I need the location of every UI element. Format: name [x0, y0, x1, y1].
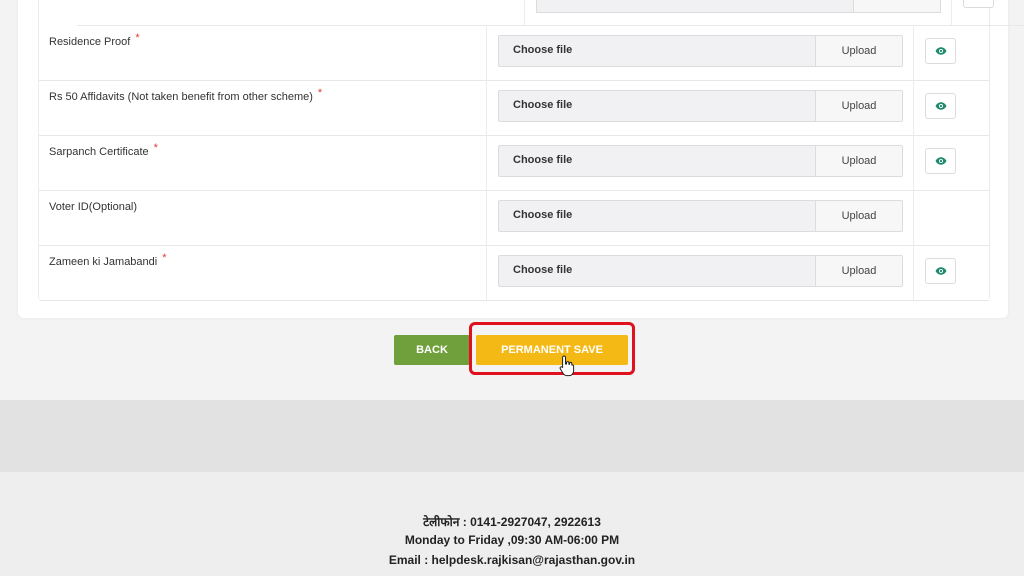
table-row-partial [77, 0, 1024, 26]
hand-pointer-icon [559, 355, 575, 377]
required-marker: * [162, 252, 167, 264]
required-marker: * [135, 32, 140, 44]
table-row: Voter ID(Optional) Choose file Upload [39, 190, 989, 246]
file-input[interactable]: Choose file Upload [498, 35, 903, 67]
footer-email: Email : helpdesk.rajkisan@rajasthan.gov.… [388, 553, 636, 567]
choose-file-button[interactable]: Choose file [513, 44, 572, 56]
eye-icon [935, 157, 946, 165]
upload-button[interactable]: Upload [815, 36, 902, 66]
file-input[interactable]: Choose file Upload [498, 145, 903, 177]
upload-button[interactable]: Upload [815, 91, 902, 121]
table-row: Zameen ki Jamabandi * Choose file Upload [39, 245, 989, 301]
required-marker: * [153, 142, 158, 154]
preview-button[interactable] [925, 258, 956, 284]
choose-file-button[interactable]: Choose file [513, 154, 572, 166]
footer: टेलीफोन : 0141-2927047, 2922613 Monday t… [0, 472, 1024, 576]
page-divider-band [0, 400, 1024, 472]
required-marker: * [317, 87, 323, 99]
highlight-box [469, 322, 635, 375]
document-label: Residence Proof * [49, 32, 140, 48]
choose-file-button[interactable]: Choose file [513, 99, 572, 111]
footer-hours: Monday to Friday ,09:30 AM-06:00 PM [404, 533, 620, 547]
document-label: Voter ID(Optional) [49, 201, 138, 213]
table-row: Residence Proof * Choose file Upload [39, 25, 989, 81]
back-button[interactable]: BACK [394, 335, 470, 365]
footer-phone: टेलीफोन : 0141-2927047, 2922613 [423, 515, 601, 529]
file-input[interactable]: Choose file Upload [498, 200, 903, 232]
upload-button[interactable]: Upload [815, 201, 902, 231]
file-input[interactable]: Choose file Upload [498, 90, 903, 122]
upload-button[interactable]: Upload [815, 146, 902, 176]
document-upload-table: Residence Proof * Choose file Upload Rs 50 A… [38, 0, 1024, 301]
preview-button[interactable] [925, 148, 956, 174]
preview-button[interactable] [925, 38, 956, 64]
file-input[interactable]: Choose file Upload [498, 255, 903, 287]
choose-file-button[interactable]: Choose file [513, 209, 572, 221]
document-label: Zameen ki Jamabandi * [49, 252, 167, 268]
table-row: Sarpanch Certificate * Choose file Upload [39, 135, 989, 191]
choose-file-button[interactable]: Choose file [513, 264, 572, 276]
table-row: Rs 50 Affidavits (Not taken benefit from… [39, 80, 989, 136]
preview-button[interactable] [925, 93, 956, 119]
eye-icon [935, 102, 946, 110]
document-label: Rs 50 Affidavits (Not taken benefit from… [49, 87, 323, 103]
eye-icon [935, 47, 946, 55]
eye-icon [935, 267, 946, 275]
document-label: Sarpanch Certificate * [49, 142, 158, 158]
upload-button[interactable]: Upload [815, 256, 902, 286]
